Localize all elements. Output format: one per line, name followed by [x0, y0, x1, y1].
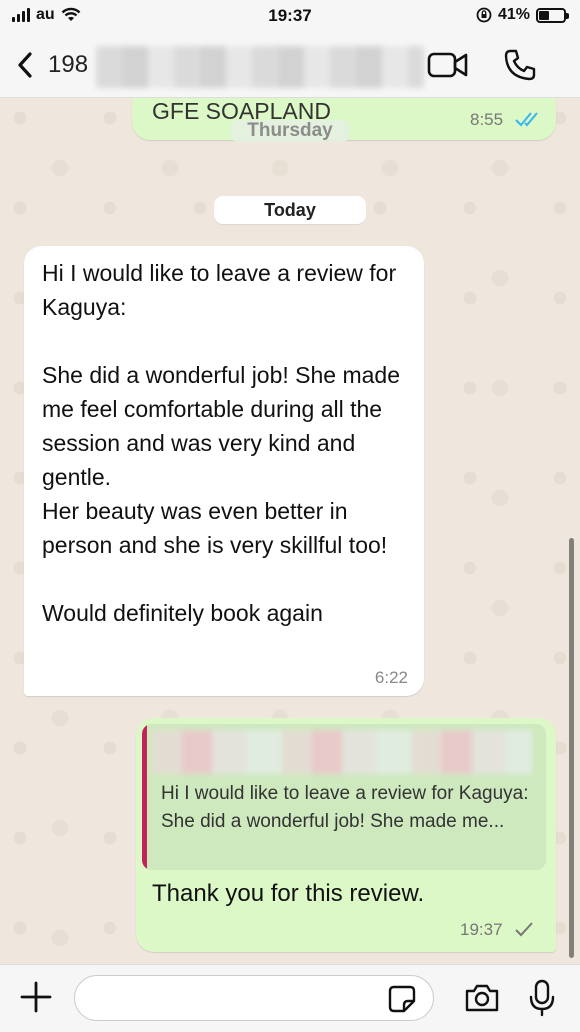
quote-accent-bar	[142, 724, 147, 870]
plus-icon[interactable]	[18, 979, 54, 1015]
status-right: 41%	[476, 6, 569, 24]
quote-line-1: Hi I would like to leave a review for Ka…	[161, 783, 529, 804]
quote-line-2: She did a wonderful job! She made me...	[161, 811, 505, 832]
chat-area[interactable]: GFE SOAPLAND 8:55 Thursday Today Hi I wo…	[0, 98, 580, 964]
sticky-day-label: Thursday	[230, 120, 350, 142]
incoming-message-time: 6:22	[374, 668, 408, 687]
outgoing-message-time: 19:37	[460, 920, 503, 939]
status-bar: au 19:37 41%	[0, 0, 580, 34]
redacted-quote-author	[152, 730, 532, 774]
redacted-contact-name	[96, 46, 424, 88]
contact-name[interactable]: 198	[48, 51, 88, 79]
incoming-message-bubble[interactable]: Hi I would like to leave a review for Ka…	[24, 246, 424, 696]
video-call-icon[interactable]	[427, 50, 469, 80]
quoted-message[interactable]: Hi I would like to leave a review for Ka…	[142, 724, 546, 870]
battery-fill	[539, 10, 549, 20]
date-separator: Today	[214, 196, 366, 224]
battery-icon	[536, 7, 569, 23]
rotation-lock-icon	[476, 7, 492, 23]
incoming-message-text: Hi I would like to leave a review for Ka…	[42, 260, 401, 626]
back-chevron-icon[interactable]	[12, 48, 42, 82]
outgoing-message-text: Thank you for this review.	[152, 880, 425, 907]
message-input[interactable]	[74, 975, 434, 1021]
composer-bar	[0, 964, 580, 1032]
single-check-icon	[515, 922, 533, 937]
sticker-icon[interactable]	[388, 985, 416, 1013]
camera-icon[interactable]	[464, 983, 500, 1013]
scrollbar[interactable]	[569, 538, 574, 958]
microphone-icon[interactable]	[528, 979, 556, 1017]
double-check-icon	[515, 112, 538, 127]
outgoing-message-bubble[interactable]: Hi I would like to leave a review for Ka…	[136, 718, 556, 952]
previous-message-time: 8:55	[470, 110, 504, 129]
chat-header: 198	[0, 34, 580, 98]
battery-percent: 41%	[497, 6, 530, 23]
phone-icon[interactable]	[503, 48, 537, 82]
quote-text: Hi I would like to leave a review for Ka…	[161, 780, 541, 836]
